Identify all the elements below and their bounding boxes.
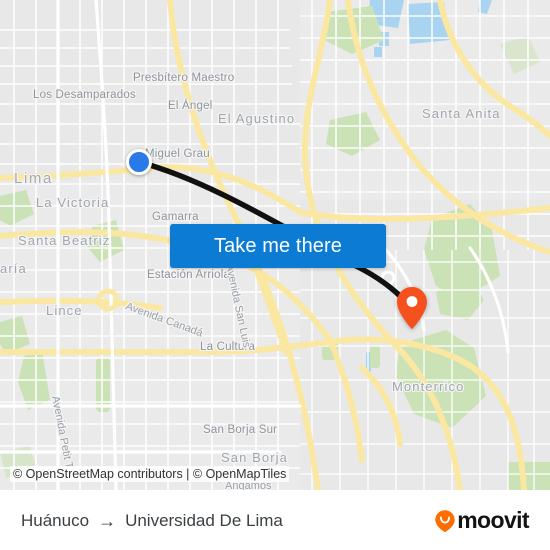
arrow-right-icon: →	[98, 510, 117, 531]
map-screen: Presbítero Maestro Los Desamparados El Áng…	[0, 0, 550, 550]
footer-bar: Huánuco → Universidad De Lima moovit	[0, 490, 550, 550]
destination-marker[interactable]	[396, 286, 428, 330]
moovit-pin-icon	[435, 509, 455, 532]
moovit-wordmark: moovit	[457, 507, 529, 533]
origin-marker[interactable]	[126, 149, 152, 175]
trip-origin: Huánuco	[21, 510, 90, 530]
map-canvas[interactable]: Presbítero Maestro Los Desamparados El Áng…	[0, 0, 550, 490]
take-me-there-button[interactable]: Take me there	[170, 224, 386, 268]
map-attribution: © OpenStreetMap contributors | © OpenMap…	[10, 466, 290, 482]
moovit-logo[interactable]: moovit	[434, 507, 530, 533]
trip-destination: Universidad De Lima	[125, 510, 283, 530]
trip-summary: Huánuco → Universidad De Lima	[21, 511, 283, 531]
